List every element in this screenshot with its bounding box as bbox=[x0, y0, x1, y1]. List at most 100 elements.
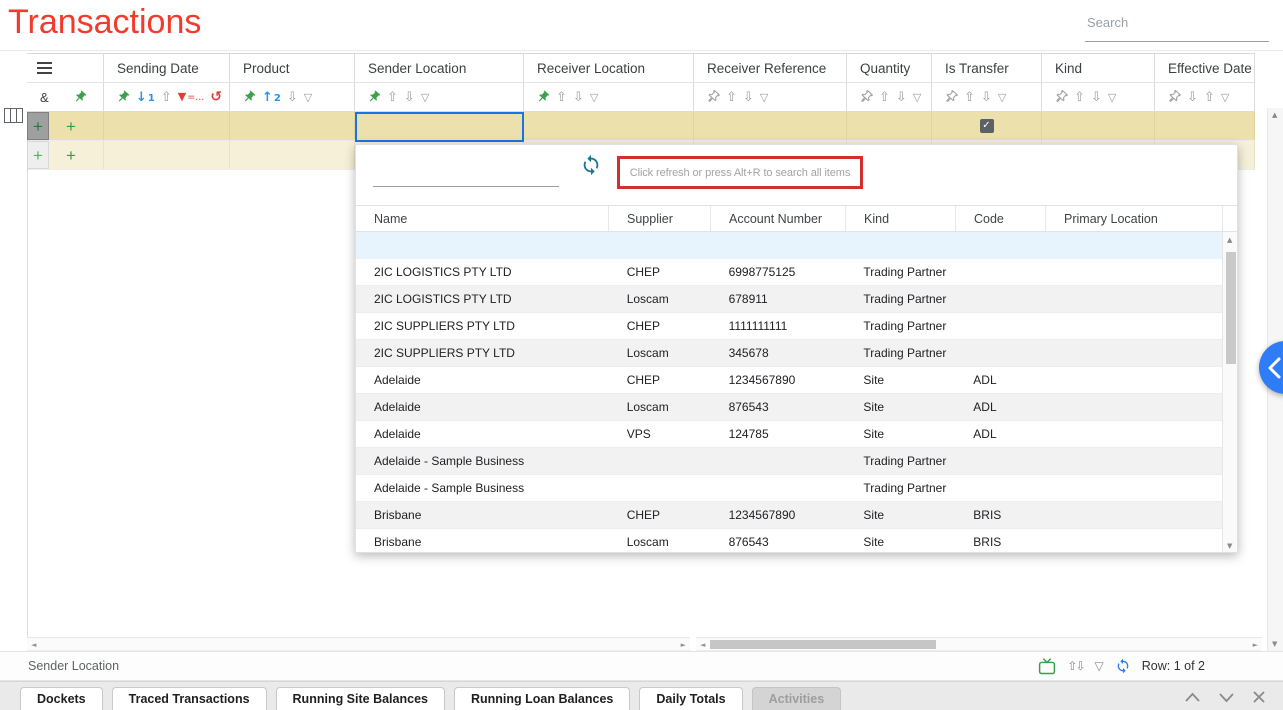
filter-icon[interactable]: ▽ bbox=[1095, 659, 1104, 673]
sort-desc-icon[interactable]: ⇩ bbox=[287, 91, 298, 104]
grid-cell-effective-date[interactable] bbox=[1155, 112, 1255, 140]
sort-desc-active-icon[interactable]: ↓1 bbox=[136, 91, 155, 104]
sort-asc-icon[interactable]: ⇧ bbox=[387, 91, 398, 104]
grid-cell-receiver-reference[interactable] bbox=[694, 112, 847, 140]
sort-asc-icon[interactable]: ⇧ bbox=[556, 91, 567, 104]
sort-asc-icon[interactable]: ⇧ bbox=[161, 91, 172, 104]
sort-desc-icon[interactable]: ⇩ bbox=[573, 91, 584, 104]
popup-scrollbar[interactable]: ▲ ▼ bbox=[1222, 232, 1238, 553]
column-header-sender-location[interactable]: Sender Location bbox=[355, 54, 524, 82]
filter-icon[interactable]: ▽ bbox=[421, 92, 429, 103]
column-header-receiver-location[interactable]: Receiver Location bbox=[524, 54, 694, 82]
sort-desc-icon[interactable]: ⇩ bbox=[896, 91, 907, 104]
popup-column-header-supplier[interactable]: Supplier bbox=[609, 206, 711, 231]
scroll-right-arrow-icon[interactable]: ► bbox=[1253, 638, 1258, 652]
column-header-product[interactable]: Product bbox=[230, 54, 355, 82]
pin-icon[interactable] bbox=[1051, 87, 1071, 107]
scroll-left-arrow-icon[interactable]: ◄ bbox=[31, 638, 36, 652]
grid-menu-icon[interactable] bbox=[37, 59, 52, 77]
side-panel-toggle-button[interactable] bbox=[1259, 341, 1283, 394]
expand-up-icon[interactable] bbox=[1184, 692, 1201, 703]
sort-desc-icon[interactable]: ⇩ bbox=[404, 91, 415, 104]
scroll-right-arrow-icon[interactable]: ► bbox=[681, 638, 686, 652]
clear-sort-filter-icon[interactable]: ↺ bbox=[210, 90, 222, 104]
tab-running-loan-balances[interactable]: Running Loan Balances bbox=[454, 687, 630, 710]
location-row[interactable]: BrisbaneLoscam876543SiteBRIS bbox=[356, 529, 1222, 553]
column-header-effective-date[interactable]: Effective Date bbox=[1155, 54, 1255, 82]
grid-cell-sending-date[interactable] bbox=[104, 112, 230, 140]
column-header-row-menu[interactable] bbox=[27, 54, 104, 82]
filter-icon[interactable]: ▽ bbox=[760, 92, 768, 103]
refresh-icon[interactable] bbox=[580, 154, 602, 176]
tab-running-site-balances[interactable]: Running Site Balances bbox=[276, 687, 445, 710]
filter-active-icon[interactable]: ▼=... bbox=[178, 91, 205, 103]
tab-traced-transactions[interactable]: Traced Transactions bbox=[112, 687, 267, 710]
filter-icon[interactable]: ▽ bbox=[304, 92, 312, 103]
popup-scrollbar-thumb[interactable] bbox=[1226, 252, 1236, 364]
row-handle[interactable]: + bbox=[27, 141, 49, 169]
scroll-left-arrow-icon[interactable]: ◄ bbox=[700, 638, 705, 652]
location-row[interactable]: BrisbaneCHEP1234567890SiteBRIS bbox=[356, 502, 1222, 529]
grid-cell-row-menu[interactable]: ++ bbox=[27, 112, 104, 140]
filter-icon[interactable]: ▽ bbox=[998, 92, 1006, 103]
scroll-down-arrow-icon[interactable]: ▼ bbox=[1272, 640, 1277, 648]
sort-desc-icon[interactable]: ⇩ bbox=[1187, 91, 1198, 104]
sort-asc-active-icon[interactable]: ↑2 bbox=[262, 91, 281, 104]
and-operator[interactable]: & bbox=[40, 90, 49, 105]
location-row[interactable]: 2IC LOGISTICS PTY LTDLoscam678911Trading… bbox=[356, 286, 1222, 313]
filter-icon[interactable]: ▽ bbox=[1108, 92, 1116, 103]
grid-cell-is-transfer[interactable]: ✓ bbox=[932, 112, 1042, 140]
pin-icon[interactable] bbox=[1164, 87, 1184, 107]
tab-daily-totals[interactable]: Daily Totals bbox=[639, 687, 742, 710]
is-transfer-checkbox[interactable]: ✓ bbox=[980, 119, 994, 133]
location-row[interactable]: 2IC LOGISTICS PTY LTDCHEP6998775125Tradi… bbox=[356, 259, 1222, 286]
hscrollbar-thumb[interactable] bbox=[710, 640, 936, 649]
column-chooser-icon[interactable] bbox=[4, 108, 23, 123]
popup-empty-selected-row[interactable] bbox=[356, 232, 1222, 259]
search-input[interactable] bbox=[1085, 12, 1269, 42]
row-handle[interactable]: + bbox=[27, 112, 49, 140]
close-icon[interactable] bbox=[1252, 690, 1266, 704]
pin-icon[interactable] bbox=[364, 87, 384, 107]
pinned-columns-hscrollbar[interactable]: ◄ ► bbox=[27, 637, 690, 651]
popup-search-input[interactable] bbox=[373, 163, 559, 187]
location-row[interactable]: AdelaideLoscam876543SiteADL bbox=[356, 394, 1222, 421]
sort-asc-icon[interactable]: ⇧ bbox=[1074, 91, 1085, 104]
location-row[interactable]: Adelaide - Sample BusinessTrading Partne… bbox=[356, 475, 1222, 502]
filter-icon[interactable]: ▽ bbox=[913, 92, 921, 103]
popup-column-header-primary-location[interactable]: Primary Location bbox=[1046, 206, 1223, 231]
column-header-receiver-reference[interactable]: Receiver Reference bbox=[694, 54, 847, 82]
refresh-icon[interactable] bbox=[1115, 658, 1131, 674]
popup-column-header-code[interactable]: Code bbox=[956, 206, 1046, 231]
live-view-icon[interactable] bbox=[1038, 658, 1056, 675]
grid-cell-product[interactable] bbox=[230, 112, 355, 140]
column-header-kind[interactable]: Kind bbox=[1042, 54, 1155, 82]
collapse-down-icon[interactable] bbox=[1218, 692, 1235, 703]
filter-icon[interactable]: ▽ bbox=[590, 92, 598, 103]
sort-asc-icon[interactable]: ⇧ bbox=[726, 91, 737, 104]
add-row-icon[interactable]: + bbox=[66, 118, 76, 135]
grid-cell-kind[interactable] bbox=[1042, 112, 1155, 140]
column-header-is-transfer[interactable]: Is Transfer bbox=[932, 54, 1042, 82]
popup-column-header-account-number[interactable]: Account Number bbox=[711, 206, 846, 231]
pin-icon[interactable] bbox=[113, 87, 133, 107]
pin-icon[interactable] bbox=[941, 87, 961, 107]
sort-asc-icon[interactable]: ⇧ bbox=[964, 91, 975, 104]
sort-desc-icon[interactable]: ⇩ bbox=[743, 91, 754, 104]
grid-cell-product[interactable] bbox=[230, 141, 355, 169]
sort-asc-icon[interactable]: ⇧ bbox=[879, 91, 890, 104]
scroll-up-arrow-icon[interactable]: ▲ bbox=[1272, 111, 1277, 119]
grid-row-1[interactable]: ++✓ bbox=[27, 112, 1255, 141]
grid-cell-row-menu[interactable]: ++ bbox=[27, 141, 104, 169]
popup-column-header-kind[interactable]: Kind bbox=[846, 206, 956, 231]
sort-indicator-icon[interactable]: ⇧⇩ bbox=[1067, 659, 1083, 673]
filter-icon[interactable]: ▽ bbox=[1221, 92, 1229, 103]
popup-column-header-name[interactable]: Name bbox=[356, 206, 609, 231]
grid-cell-quantity[interactable] bbox=[847, 112, 932, 140]
add-row-icon[interactable]: + bbox=[66, 147, 76, 164]
grid-cell-receiver-location[interactable] bbox=[524, 112, 694, 140]
pin-icon[interactable] bbox=[239, 87, 259, 107]
pin-icon[interactable] bbox=[70, 87, 90, 107]
tab-dockets[interactable]: Dockets bbox=[20, 687, 103, 710]
column-header-sending-date[interactable]: Sending Date bbox=[104, 54, 230, 82]
